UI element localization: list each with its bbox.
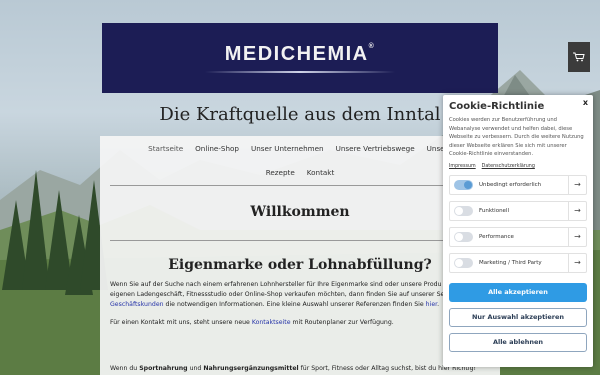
logo-underline — [205, 71, 395, 73]
kontaktseite-link[interactable]: Kontaktseite — [252, 319, 291, 326]
toggle-switch[interactable] — [454, 179, 473, 190]
divider — [110, 240, 490, 241]
page-title: Willkommen — [250, 204, 350, 220]
cookie-category-performance: Performance → — [449, 226, 587, 247]
products-paragraph: Wenn du Sportnahrung und Nahrungsergänzu… — [110, 365, 476, 372]
cookie-category-marketing: Marketing / Third Party → — [449, 252, 587, 273]
nav-item-kontakt[interactable]: Kontakt — [307, 168, 335, 177]
nav-item-rezepte[interactable]: Rezepte — [266, 168, 295, 177]
geschaeftskunden-link[interactable]: Geschäftskunden — [110, 301, 164, 308]
toggle-switch[interactable] — [454, 257, 473, 268]
privacy-link[interactable]: Datenschutzerklärung — [482, 164, 535, 169]
arrow-right-icon[interactable]: → — [568, 201, 586, 220]
cookie-category-required: Unbedingt erforderlich → — [449, 174, 587, 195]
toggle-switch[interactable] — [454, 205, 473, 216]
cookie-description: Cookies werden zur Benutzerführung und W… — [449, 117, 584, 157]
nav-item-startseite[interactable]: Startseite — [148, 144, 183, 153]
referenzen-link[interactable]: hier — [426, 301, 437, 308]
tagline: Die Kraftquelle aus dem Inntal — [159, 104, 441, 125]
toggle-switch[interactable] — [454, 231, 473, 242]
cookie-category-functional: Funktionell → — [449, 200, 587, 221]
arrow-right-icon[interactable]: → — [568, 227, 586, 246]
cookie-dialog: x Cookie-Richtlinie Cookies werden zur B… — [443, 95, 593, 367]
impressum-link[interactable]: Impressum — [449, 164, 476, 169]
content-panel: Startseite Online-Shop Unser Unternehmen… — [100, 136, 500, 375]
nav-item-online-shop[interactable]: Online-Shop — [195, 144, 239, 153]
reject-all-button[interactable]: Alle ablehnen — [449, 332, 587, 352]
divider — [110, 185, 490, 186]
cookie-title: Cookie-Richtlinie — [449, 101, 545, 112]
contact-paragraph: Für einen Kontakt mit uns, steht unsere … — [110, 319, 394, 326]
section-heading: Eigenmarke oder Lohnabfüllung? — [168, 257, 432, 273]
logo: MEDICHEMIA® — [224, 43, 376, 65]
nav-item-vertriebswege[interactable]: Unsere Vertriebswege — [336, 144, 415, 153]
cookie-links: Impressum Datenschutzerklärung — [449, 164, 587, 169]
accept-all-button[interactable]: Alle akzeptieren — [449, 282, 587, 302]
arrow-right-icon[interactable]: → — [568, 175, 586, 194]
close-icon[interactable]: x — [583, 98, 588, 107]
logo-banner[interactable]: MEDICHEMIA® — [102, 23, 498, 93]
intro-paragraph: Wenn Sie auf der Suche nach einem erfahr… — [110, 281, 445, 308]
cart-button[interactable] — [568, 42, 590, 72]
shopping-cart-icon — [573, 52, 585, 62]
main-navigation: Startseite Online-Shop Unser Unternehmen… — [100, 144, 500, 177]
accept-selection-button[interactable]: Nur Auswahl akzeptieren — [449, 307, 587, 327]
nav-item-unternehmen[interactable]: Unser Unternehmen — [251, 144, 324, 153]
arrow-right-icon[interactable]: → — [568, 253, 586, 272]
